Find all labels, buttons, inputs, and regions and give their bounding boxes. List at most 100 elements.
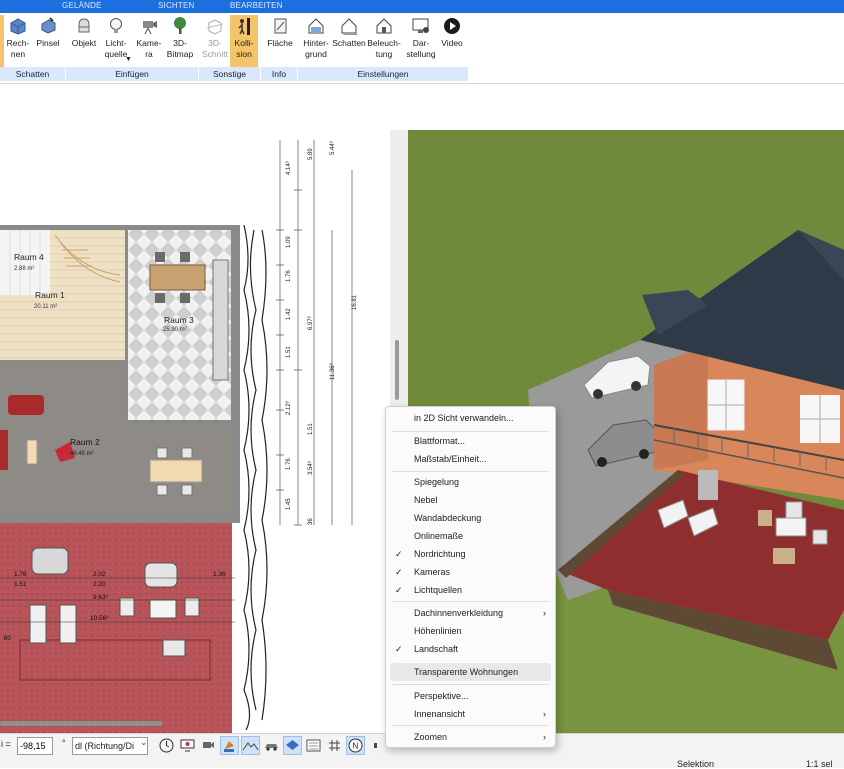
schatten-label: Schatten xyxy=(332,38,366,48)
direction-select[interactable]: dl (Richtung/Di xyxy=(72,737,148,755)
dimension-label: 1.51 xyxy=(308,423,314,435)
paint-icon[interactable] xyxy=(220,736,239,755)
chevron-right-icon: › xyxy=(543,608,546,618)
kollision-label: Kolli- sion xyxy=(234,38,254,59)
menu-item-massstab[interactable]: Maßstab/Einheit... xyxy=(386,450,555,468)
kamera-button[interactable]: Kame- ra xyxy=(134,15,164,67)
menu-item-2d-sicht[interactable]: in 2D Sicht verwandeln... xyxy=(386,409,555,427)
pinsel-label: Pinsel xyxy=(36,38,60,48)
kollision-icon xyxy=(238,18,250,35)
ribbon: Rech- nen Pinsel Objekt Licht- quelle ▼ … xyxy=(0,13,844,84)
chevron-down-icon[interactable]: ⌄ xyxy=(140,737,148,748)
menu-item-dachinnenverkleidung[interactable]: Dachinnenverkleidung › xyxy=(386,604,555,622)
beleuchtung-button[interactable]: Beleuch- tung xyxy=(367,15,401,67)
menu-item-wandabdeckung[interactable]: Wandabdeckung xyxy=(386,509,555,527)
menu-item-onlinemasse[interactable]: Onlinemaße xyxy=(386,527,555,545)
kollision-button[interactable]: Kolli- sion xyxy=(230,15,258,67)
menu-separator xyxy=(392,684,549,685)
menu-item-blattformat[interactable]: Blattformat... xyxy=(386,432,555,450)
clock-icon[interactable] xyxy=(157,736,176,755)
camera-small-icon[interactable] xyxy=(199,736,218,755)
beleuchtung-icon xyxy=(376,18,392,34)
lichtquelle-icon xyxy=(110,18,122,33)
angle-label: i = xyxy=(1,739,11,749)
floor-plan-2d-view[interactable]: Raum 4 2.88 m² Raum 1 20.11 m² Raum 3 25… xyxy=(0,130,390,733)
menu-item-kameras[interactable]: ✓ Kameras xyxy=(386,563,555,581)
north-direction-icon[interactable]: N xyxy=(346,736,365,755)
menu-item-landschaft[interactable]: ✓ Landschaft xyxy=(386,640,555,658)
monitor-icon[interactable] xyxy=(178,736,197,755)
video-button[interactable]: Video xyxy=(438,15,466,67)
car-icon[interactable] xyxy=(262,736,281,755)
dimension-label: 6.97³ xyxy=(308,316,314,330)
more-icon[interactable] xyxy=(370,736,382,755)
dimension-label: 16.81 xyxy=(352,294,358,310)
checkmark-icon: ✓ xyxy=(395,585,403,595)
dimension-label: 3.54³ xyxy=(308,461,314,475)
objekt-button[interactable]: Objekt xyxy=(69,15,99,67)
room-label: Raum 2 xyxy=(70,437,100,447)
chevron-down-icon[interactable]: ▼ xyxy=(125,56,132,63)
room-area: 2.88 m² xyxy=(14,266,34,272)
angle-unit: ° xyxy=(62,738,66,748)
tab-bearbeiten[interactable]: BEARBEITEN xyxy=(230,1,283,10)
hintergrund-icon xyxy=(308,18,324,34)
group-einstellungen: Einstellungen xyxy=(298,67,469,81)
menu-item-nebel[interactable]: Nebel xyxy=(386,491,555,509)
menu-item-zoomen[interactable]: Zoomen › xyxy=(386,728,555,746)
chevron-right-icon: › xyxy=(543,732,546,742)
dimension-label: 1.42 xyxy=(286,308,292,320)
offscreen-button-edge[interactable] xyxy=(0,15,4,67)
tab-gelaende[interactable]: GELÄNDE xyxy=(62,1,102,10)
darstellung-label: Dar- stellung xyxy=(406,38,436,59)
room-area: 20.11 m² xyxy=(34,304,57,310)
plan-horizontal-scrollbar[interactable] xyxy=(0,718,162,728)
menu-item-spiegelung[interactable]: Spiegelung xyxy=(386,473,555,491)
video-icon xyxy=(444,18,460,34)
menu-item-hoehenlinien[interactable]: Höhenlinien xyxy=(386,622,555,640)
video-label: Video xyxy=(441,38,463,48)
schatten-icon xyxy=(341,18,358,35)
menu-item-innenansicht[interactable]: Innenansicht › xyxy=(386,705,555,723)
dimension-label: 1.76 xyxy=(286,458,292,470)
darstellung-icon xyxy=(412,18,429,33)
dimension-label: 9.63³ xyxy=(93,594,109,601)
chevron-right-icon: › xyxy=(543,709,546,719)
plan-vertical-scrollbar[interactable] xyxy=(395,340,399,400)
pinsel-icon xyxy=(41,17,56,34)
pinsel-button[interactable]: Pinsel xyxy=(34,15,62,67)
texture-icon[interactable] xyxy=(304,736,323,755)
hintergrund-button[interactable]: Hinter- grund xyxy=(300,15,332,67)
dimension-label: 10.56³ xyxy=(90,615,109,622)
menu-item-lichtquellen[interactable]: ✓ Lichtquellen xyxy=(386,581,555,599)
angle-input[interactable] xyxy=(17,737,53,755)
dimension-label: 1.09 xyxy=(286,236,292,248)
dimension-label: 2.12³ xyxy=(286,401,292,415)
room-area: 25.90 m² xyxy=(163,327,187,333)
rechnen-button[interactable]: Rech- nen xyxy=(5,15,31,67)
flaeche-button[interactable]: Fläche xyxy=(265,15,295,67)
direction-select-value: dl (Richtung/Di xyxy=(75,741,135,751)
group-einfuegen: Einfügen xyxy=(66,67,199,81)
menu-item-nordrichtung[interactable]: ✓ Nordrichtung xyxy=(386,545,555,563)
darstellung-button[interactable]: Dar- stellung xyxy=(404,15,438,67)
grid-icon[interactable] xyxy=(325,736,344,755)
layers-icon[interactable] xyxy=(283,736,302,755)
dimension-label: 1.45 xyxy=(286,498,292,510)
flaeche-label: Fläche xyxy=(267,38,293,48)
dimension-label: 1.76 xyxy=(14,571,27,578)
menu-item-transparente-wohnungen[interactable]: Transparente Wohnungen xyxy=(390,663,551,681)
bitmap3d-button[interactable]: 3D- Bitmap xyxy=(165,15,195,67)
schnitt3d-button[interactable]: 3D- Schnitt xyxy=(201,15,229,67)
dimension-label: 5.89 xyxy=(308,148,314,160)
context-menu: in 2D Sicht verwandeln... Blattformat...… xyxy=(385,406,556,748)
tab-sichten[interactable]: SICHTEN xyxy=(158,1,195,10)
dimension-label: 1.51 xyxy=(14,581,27,588)
menu-item-perspektive[interactable]: Perspektive... xyxy=(386,687,555,705)
menu-separator xyxy=(392,601,549,602)
terrain-icon[interactable] xyxy=(241,736,260,755)
beleuchtung-label: Beleuch- tung xyxy=(367,38,401,59)
selection-count: 1:1 sel xyxy=(806,759,833,769)
schatten-button[interactable]: Schatten xyxy=(332,15,366,67)
bitmap3d-label: 3D- Bitmap xyxy=(166,38,194,59)
